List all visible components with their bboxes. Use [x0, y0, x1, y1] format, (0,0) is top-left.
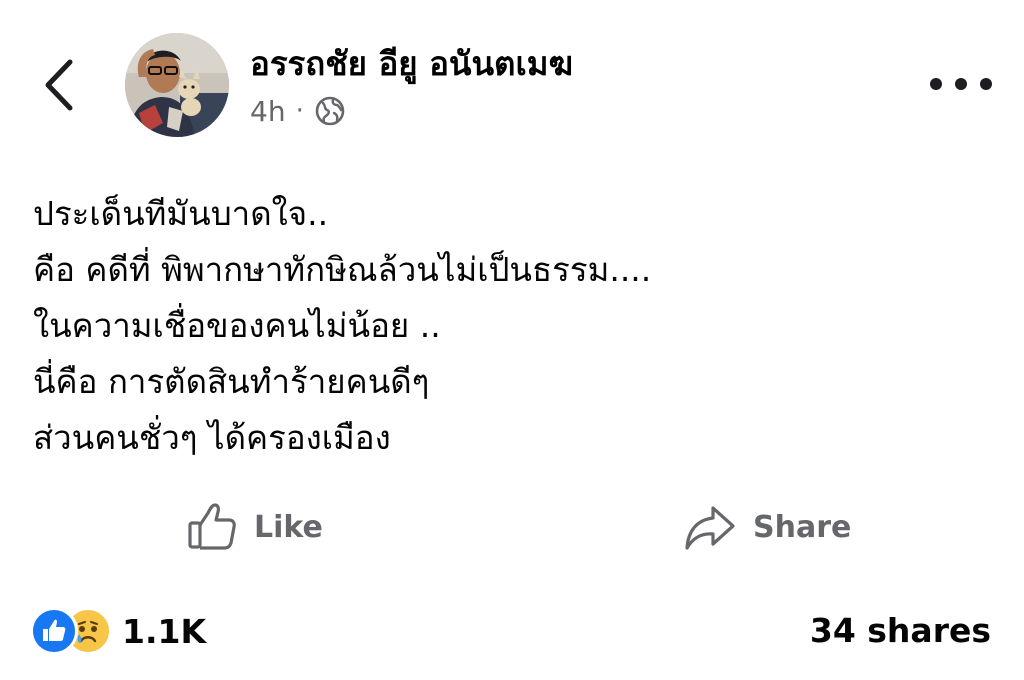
facebook-post-view: อรรถชัย อียู อนันตเมฆ 4h · ประเด็นทีมันบ…: [0, 0, 1024, 680]
post-line: คือ คดีที่ พิพากษาทักษิณล้วนไม่เป็นธรรม.…: [33, 250, 652, 289]
avatar[interactable]: [125, 33, 229, 137]
globe-icon[interactable]: [314, 95, 346, 127]
more-dot-icon: [980, 78, 992, 90]
like-label: Like: [254, 509, 323, 545]
post-line: ส่วนคนชั่วๆ ได้ครองเมือง: [33, 418, 391, 457]
like-button[interactable]: Like: [186, 496, 323, 558]
author-name[interactable]: อรรถชัย อียู อนันตเมฆ: [250, 40, 573, 88]
post-line: ประเด็นทีมันบาดใจ..: [33, 194, 329, 233]
reactions-summary[interactable]: 1.1K: [30, 604, 206, 658]
like-icon: [30, 607, 78, 655]
post-line: ในความเชื่อของคนไม่น้อย ..: [33, 306, 441, 345]
back-button[interactable]: [38, 56, 82, 114]
reaction-count: 1.1K: [122, 611, 207, 651]
more-dot-icon: [930, 78, 942, 90]
share-label: Share: [753, 509, 852, 545]
post-body: ประเด็นทีมันบาดใจ.. คือ คดีที่ พิพากษาทั…: [33, 186, 993, 466]
meta-separator: ·: [295, 96, 304, 126]
share-button[interactable]: Share: [683, 496, 851, 558]
thumbs-up-icon: [188, 503, 236, 550]
post-line: นี่คือ การตัดสินทำร้ายคนดีๆ: [33, 362, 430, 401]
post-time[interactable]: 4h: [250, 95, 286, 128]
post-meta: 4h ·: [250, 91, 346, 131]
share-count[interactable]: 34 shares: [810, 606, 991, 656]
more-dot-icon: [955, 78, 967, 90]
share-arrow-icon: [685, 506, 735, 550]
more-options-button[interactable]: [930, 70, 992, 98]
chevron-left-icon: [45, 59, 73, 111]
